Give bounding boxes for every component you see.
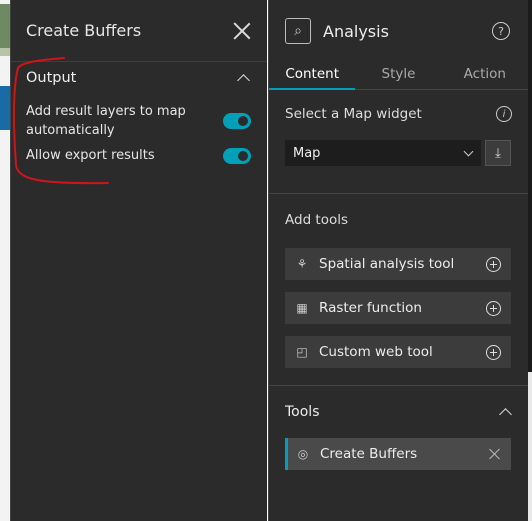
map-widget-header: Select a Map widget i bbox=[285, 106, 512, 122]
tab-style[interactable]: Style bbox=[355, 62, 441, 89]
add-circle-icon bbox=[486, 300, 501, 316]
tab-content[interactable]: Content bbox=[269, 62, 356, 90]
tool-button-label: Spatial analysis tool bbox=[319, 256, 455, 272]
background-banner bbox=[0, 86, 10, 130]
add-raster-function-button[interactable]: ▦ Raster function bbox=[285, 292, 511, 324]
add-circle-icon bbox=[486, 344, 501, 360]
help-icon[interactable]: ? bbox=[492, 22, 510, 40]
tool-button-label: Raster function bbox=[319, 300, 422, 316]
tool-item-create-buffers[interactable]: ◎ Create Buffers bbox=[285, 438, 511, 470]
analysis-title: Analysis bbox=[323, 21, 389, 41]
panel-title: Create Buffers bbox=[26, 21, 142, 40]
tool-button-content: ▦ Raster function bbox=[293, 299, 422, 317]
output-section-title: Output bbox=[26, 70, 77, 86]
tool-button-content: ◰ Custom web tool bbox=[293, 343, 433, 361]
add-tools-title: Add tools bbox=[285, 212, 349, 228]
map-widget-section: Select a Map widget i Map ⤓ bbox=[269, 90, 528, 194]
raster-function-icon: ▦ bbox=[296, 301, 308, 315]
option-label: Add result layers to map automatically bbox=[26, 104, 186, 138]
add-circle-icon bbox=[486, 256, 501, 272]
map-select-value: Map bbox=[293, 145, 321, 161]
tab-action[interactable]: Action bbox=[442, 62, 528, 89]
panel-header: Create Buffers bbox=[11, 0, 267, 62]
section-divider bbox=[269, 385, 529, 386]
right-dark-strip bbox=[528, 0, 532, 372]
add-result-layers-toggle[interactable] bbox=[223, 113, 251, 129]
info-icon[interactable]: i bbox=[496, 106, 512, 122]
tools-section-title: Tools bbox=[285, 404, 320, 420]
create-buffers-panel: Create Buffers Output Add result layers … bbox=[10, 0, 267, 521]
tool-button-label: Custom web tool bbox=[319, 344, 433, 360]
output-section-header[interactable]: Output bbox=[11, 62, 267, 94]
spatial-analysis-icon: ⚘ bbox=[296, 257, 308, 271]
tool-item-content: ◎ Create Buffers bbox=[294, 445, 417, 463]
chevron-down-icon bbox=[463, 148, 473, 158]
tools-section-header[interactable]: Tools bbox=[285, 404, 511, 420]
buffer-tool-icon: ◎ bbox=[297, 447, 309, 461]
add-custom-web-tool-button[interactable]: ◰ Custom web tool bbox=[285, 336, 511, 368]
analysis-settings-panel: ⌕ Analysis ? Content Style Action Select… bbox=[268, 0, 529, 521]
custom-web-tool-icon: ◰ bbox=[296, 345, 308, 359]
option-label: Allow export results bbox=[26, 148, 155, 163]
chevron-up-icon[interactable] bbox=[499, 406, 511, 418]
tool-item-label: Create Buffers bbox=[320, 446, 418, 462]
settings-tabs: Content Style Action bbox=[269, 62, 528, 90]
option-allow-export: Allow export results bbox=[11, 146, 267, 165]
map-widget-select[interactable]: Map bbox=[285, 140, 481, 166]
map-widget-label: Select a Map widget bbox=[285, 106, 422, 122]
analysis-brand: ⌕ Analysis bbox=[285, 18, 389, 44]
tool-button-content: ⚘ Spatial analysis tool bbox=[293, 255, 455, 273]
right-background-strip bbox=[528, 0, 532, 521]
add-spatial-analysis-tool-button[interactable]: ⚘ Spatial analysis tool bbox=[285, 248, 511, 280]
analysis-widget-icon: ⌕ bbox=[285, 18, 311, 44]
download-icon[interactable]: ⤓ bbox=[485, 140, 511, 166]
option-add-result-layers: Add result layers to map automatically bbox=[11, 102, 267, 140]
background-app-strip bbox=[0, 0, 10, 521]
analysis-header: ⌕ Analysis ? bbox=[269, 0, 528, 62]
chevron-up-icon[interactable] bbox=[237, 72, 249, 84]
map-thumbnail-label bbox=[0, 48, 10, 56]
close-icon[interactable] bbox=[233, 22, 251, 40]
remove-icon[interactable] bbox=[489, 448, 501, 460]
allow-export-toggle[interactable] bbox=[223, 147, 251, 164]
map-select-row: Map ⤓ bbox=[285, 140, 512, 166]
